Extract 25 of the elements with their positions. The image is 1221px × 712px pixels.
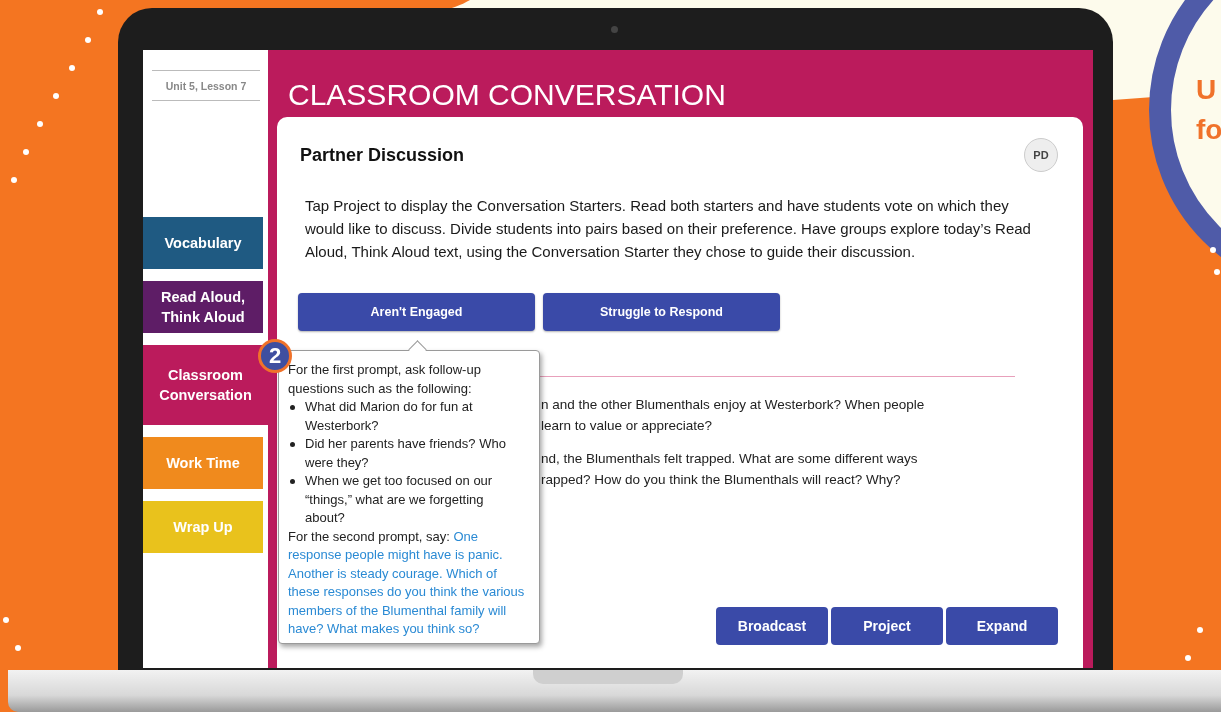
bullet-text: Did her parents have friends? Who were they? (305, 435, 507, 472)
nav-tab[interactable]: Classroom Conversation (143, 345, 268, 425)
bullet-dot (290, 442, 295, 447)
bullet-dot (290, 479, 295, 484)
bullet-dot (290, 405, 295, 410)
nav-tab[interactable]: Vocabulary (143, 217, 263, 269)
instructions-text: Tap Project to display the Conversation Starters. Read both starters and have students vote on which they would like to discuss. Divide students into pairs based on their preference. Have groups explore today’s Read Aloud, Think Aloud text, using the Conversation Starter they chose to guide their discussion. (305, 196, 1032, 262)
action-button[interactable]: Project (831, 607, 943, 645)
support-button[interactable]: Aren't Engaged (298, 293, 535, 331)
prompt-text: n and the other Blumenthals enjoy at Westerbork? When people learn to value or appreciate? (541, 396, 926, 435)
card-heading: Partner Discussion (300, 144, 465, 166)
lesson-label: Unit 5, Lesson 7 (152, 70, 260, 101)
bullet-text: What did Marion do for fun at Westerbork? (305, 398, 474, 435)
section-title: CLASSROOM CONVERSATION (287, 77, 727, 113)
support-button[interactable]: Struggle to Respond (543, 293, 780, 331)
action-button[interactable]: Expand (946, 607, 1058, 645)
popup-second-prompt-text: For the second prompt, say: One response people might have is panic. Another is steady courage. Which of these responses do you think the various members of the Blumenthal family will have? What makes you think so? (288, 527, 525, 638)
bullet-text: When we get too focused on our “things,” what are we forgetting about? (305, 472, 494, 527)
camera-dot (611, 26, 618, 33)
pd-badge: PD (1024, 138, 1058, 172)
callout-text: fo (1196, 113, 1221, 147)
action-button[interactable]: Broadcast (716, 607, 828, 645)
prompt-text: nd, the Blumenthals felt trapped. What are some different ways rapped? How do you think the Blumenthals will react? Why? (541, 450, 919, 489)
nav-tab[interactable]: Read Aloud, Think Aloud (143, 281, 263, 333)
callout-text: U (1196, 73, 1218, 107)
